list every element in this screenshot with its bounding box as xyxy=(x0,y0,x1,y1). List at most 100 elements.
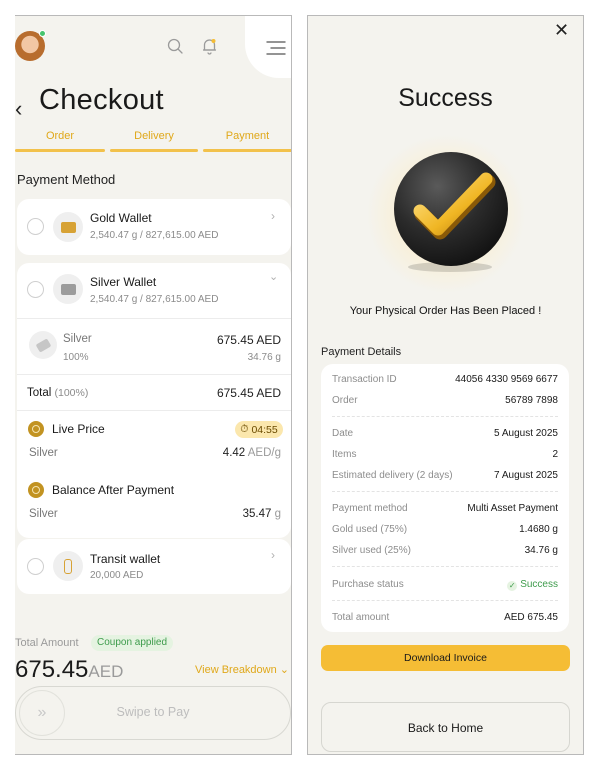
silver-row-amount: 675.45 AED xyxy=(216,333,281,347)
detail-label: Items xyxy=(332,449,357,460)
live-price-number: 4.42 xyxy=(222,447,246,459)
chevron-down-icon: ⌄ xyxy=(279,664,290,676)
check-circle-icon: ✓ xyxy=(507,581,518,591)
timer-icon: ⏱ xyxy=(240,423,249,435)
detail-label: Silver used (25%) xyxy=(332,545,411,556)
total-amount-label: Total Amount xyxy=(15,637,79,649)
detail-label: Order xyxy=(332,395,358,406)
transit-wallet-name: Transit wallet xyxy=(90,552,161,566)
silver-wallet-name: Silver Wallet xyxy=(90,275,157,289)
live-price-icon xyxy=(28,421,44,437)
order-placed-message: Your Physical Order Has Been Placed ! xyxy=(349,305,542,317)
live-price-label: Live Price xyxy=(52,422,105,436)
detail-value: 2 xyxy=(552,449,558,460)
balance-after-number: 35.47 xyxy=(242,508,272,520)
balance-after-label: Balance After Payment xyxy=(52,483,175,497)
detail-value: Multi Asset Payment xyxy=(467,503,558,514)
step-label: Payment xyxy=(225,130,270,142)
detail-label: Purchase status xyxy=(332,579,404,590)
silver-wallet-balance: 2,540.47 g / 827,615.00 AED xyxy=(90,294,219,305)
timer-value: 04:55 xyxy=(251,423,278,436)
hamburger-menu-icon[interactable] xyxy=(265,40,287,56)
silver-row-weight: 34.76 g xyxy=(247,352,281,363)
transit-wallet-radio[interactable] xyxy=(27,558,44,575)
chevron-right-icon: › xyxy=(271,209,275,223)
detail-value: 7 August 2025 xyxy=(494,470,558,481)
silver-wallet-card[interactable]: Silver Wallet 2,540.47 g / 827,615.00 AE… xyxy=(17,263,291,538)
checkmark-badge-icon xyxy=(394,152,508,272)
view-breakdown-link[interactable]: View Breakdown ⌄ xyxy=(195,663,289,676)
total-text: Total xyxy=(27,387,52,399)
search-icon[interactable] xyxy=(167,38,183,54)
chevron-down-icon[interactable]: ⌄ xyxy=(269,270,278,283)
silver-wallet-icon xyxy=(53,274,83,304)
live-price-metal: Silver xyxy=(29,447,58,459)
divider xyxy=(17,410,291,411)
notification-bell-icon[interactable] xyxy=(201,37,218,55)
detail-value: 5 August 2025 xyxy=(494,428,558,439)
detail-value: 56789 7898 xyxy=(505,395,558,406)
chevron-right-icon: › xyxy=(271,548,275,562)
silver-wallet-radio[interactable] xyxy=(27,281,44,298)
checkout-screen: ‹ Checkout Order Delivery Payment Paymen… xyxy=(15,15,292,755)
amount-currency: AED xyxy=(88,662,124,681)
step-payment[interactable]: Payment xyxy=(203,130,291,152)
price-timer-badge: ⏱ 04:55 xyxy=(235,421,283,438)
coupon-badge: Coupon applied xyxy=(91,635,174,651)
success-title: Success xyxy=(398,84,493,112)
gold-wallet-icon xyxy=(53,212,83,242)
gold-wallet-balance: 2,540.47 g / 827,615.00 AED xyxy=(90,230,219,241)
detail-label: Date xyxy=(332,428,354,439)
divider xyxy=(332,491,558,492)
download-invoice-button[interactable]: Download Invoice xyxy=(321,645,570,671)
gold-wallet-card[interactable]: Gold Wallet 2,540.47 g / 827,615.00 AED … xyxy=(17,199,291,255)
section-title: Payment Method xyxy=(17,172,116,187)
success-screen: ✕ Success Your Physical Order Has Been P… xyxy=(307,15,584,755)
live-price-unit: AED/g xyxy=(247,447,281,459)
detail-label: Transaction ID xyxy=(332,374,397,385)
total-percent: (100%) xyxy=(54,387,89,399)
balance-after-metal: Silver xyxy=(29,508,58,520)
silver-bars-icon xyxy=(29,331,57,359)
back-to-home-button[interactable]: Back to Home xyxy=(321,702,570,752)
balance-after-icon xyxy=(28,482,44,498)
back-chevron-icon[interactable]: ‹ xyxy=(15,96,22,122)
detail-label: Gold used (75%) xyxy=(332,524,408,535)
payment-details-title: Payment Details xyxy=(321,346,402,358)
view-breakdown-label: View Breakdown xyxy=(195,664,277,676)
swipe-label: Swipe to Pay xyxy=(116,705,190,719)
balance-after-value: 35.47 g xyxy=(243,508,281,520)
close-icon[interactable]: ✕ xyxy=(554,20,569,41)
total-amount: 675.45AED xyxy=(15,656,123,684)
step-label: Order xyxy=(45,130,75,142)
balance-after-unit: g xyxy=(274,508,281,520)
divider xyxy=(17,318,291,319)
detail-label: Estimated delivery (2 days) xyxy=(332,470,453,481)
swipe-to-pay[interactable]: » Swipe to Pay xyxy=(15,686,291,740)
step-order[interactable]: Order xyxy=(15,130,105,152)
payment-details-card: Transaction ID 44056 4330 9569 6677 Orde… xyxy=(321,364,569,632)
detail-value: 34.76 g xyxy=(524,545,558,556)
detail-label: Total amount xyxy=(332,612,390,623)
total-value: 675.45 AED xyxy=(216,386,281,400)
transit-wallet-icon xyxy=(53,551,83,581)
divider xyxy=(332,600,558,601)
divider xyxy=(332,416,558,417)
online-status-dot xyxy=(39,30,46,37)
gold-wallet-name: Gold Wallet xyxy=(90,211,152,225)
total-label: Total (100%) xyxy=(27,387,88,399)
live-price-value: 4.42 AED/g xyxy=(223,447,281,459)
detail-value: AED 675.45 xyxy=(504,612,558,623)
divider xyxy=(17,374,291,375)
amount-value: 675.45 xyxy=(15,656,89,683)
transit-wallet-card[interactable]: Transit wallet 20,000 AED › xyxy=(17,539,291,594)
step-label: Delivery xyxy=(134,130,174,142)
gold-wallet-radio[interactable] xyxy=(27,218,44,235)
step-delivery[interactable]: Delivery xyxy=(110,130,198,152)
detail-label: Payment method xyxy=(332,503,408,514)
detail-value: 1.4680 g xyxy=(519,524,558,535)
silver-row-label: Silver xyxy=(63,333,92,345)
detail-value: 44056 4330 9569 6677 xyxy=(455,374,558,385)
purchase-status-value: ✓ Success xyxy=(507,579,558,591)
transit-wallet-balance: 20,000 AED xyxy=(90,570,144,581)
